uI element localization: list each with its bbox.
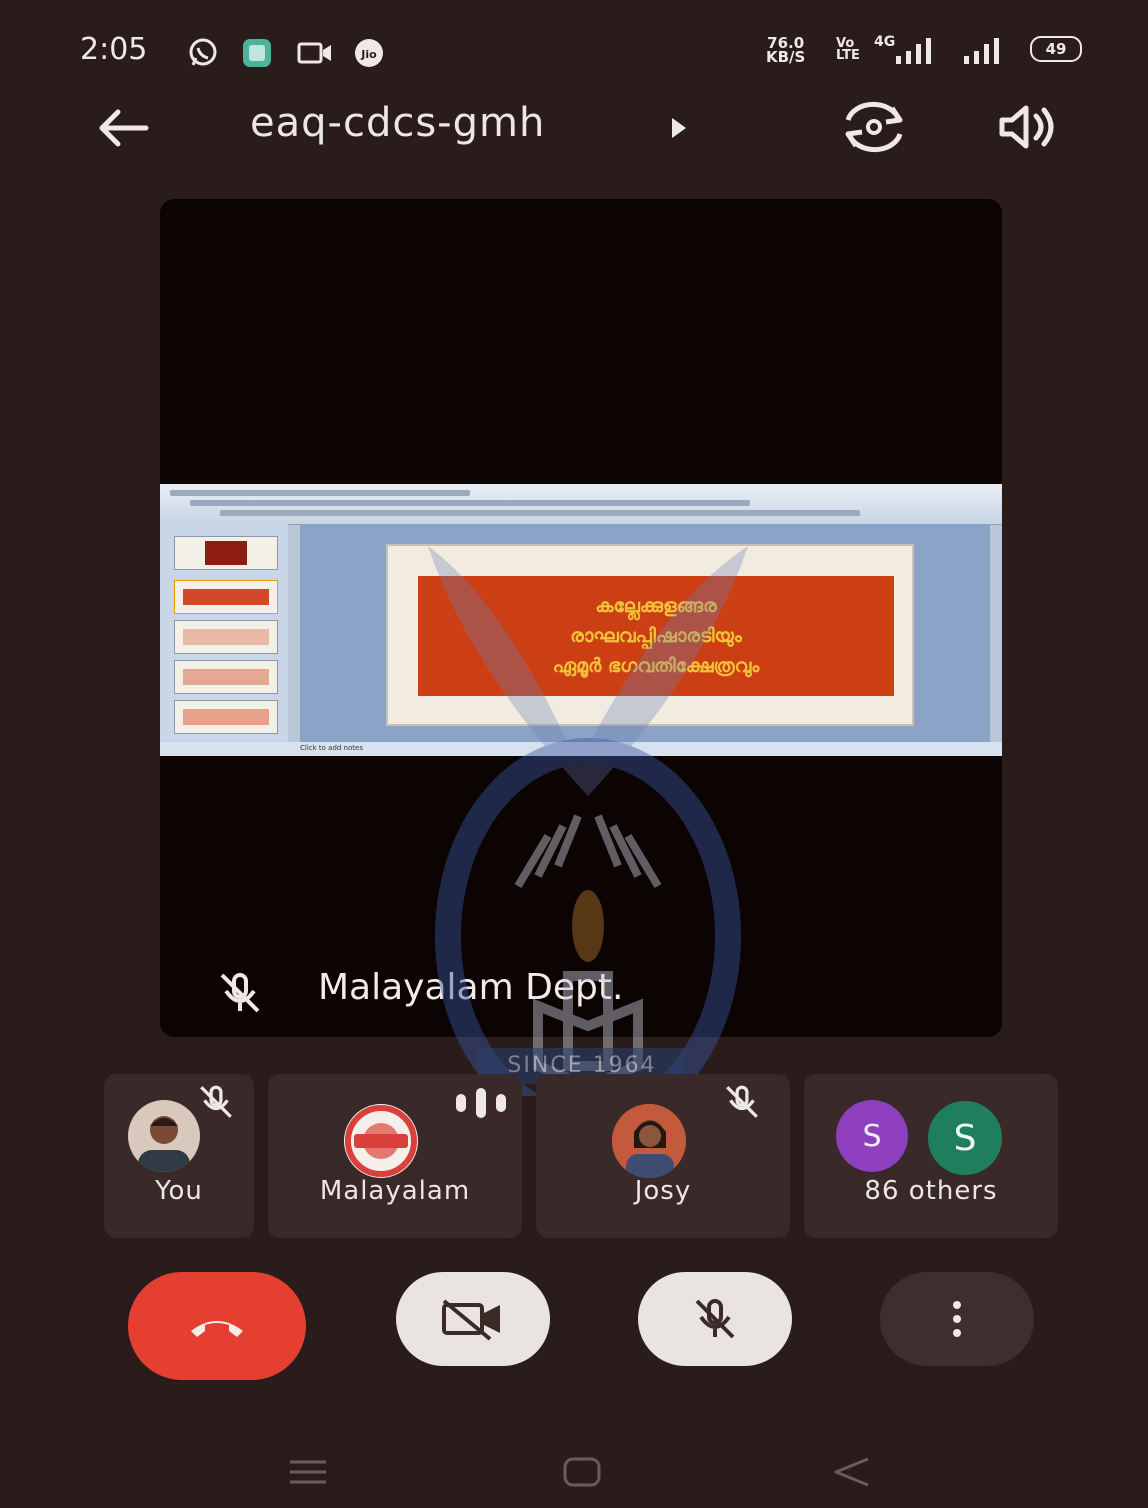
mic-off-icon xyxy=(726,1085,758,1118)
presentation-tile[interactable]: കല്ലേക്കുളങ്ങര രാഘവപ്പിഷാരടിയും ഏമൂർ ഭഗവ… xyxy=(160,199,1002,1037)
avatar: S xyxy=(926,1099,1004,1177)
participant-tile-josy[interactable]: Josy xyxy=(536,1074,790,1238)
meeting-code[interactable]: eaq-cdcs-gmh xyxy=(250,100,545,146)
signal-icon xyxy=(964,38,999,64)
status-bar: 2:05 Jio 76.0 KB/S Vo LTE 4G 49 xyxy=(8,26,1142,76)
video-icon xyxy=(297,42,331,64)
play-triangle-icon[interactable] xyxy=(668,116,688,140)
svg-text:Jio: Jio xyxy=(360,48,377,61)
ppt-ribbon xyxy=(160,484,1002,525)
ppt-notes-bar: Click to add notes xyxy=(160,742,1002,756)
status-time: 2:05 xyxy=(80,32,148,67)
slide-thumbnails xyxy=(160,524,288,742)
jio-icon: Jio xyxy=(355,39,383,67)
slide-line-2: രാഘവപ്പിഷാരടിയും xyxy=(570,625,742,647)
current-slide: കല്ലേക്കുളങ്ങര രാഘവപ്പിഷാരടിയും ഏമൂർ ഭഗവ… xyxy=(386,544,914,726)
avatar: S xyxy=(836,1100,908,1172)
participant-tile-malayalam[interactable]: Malayalam xyxy=(268,1074,522,1238)
mic-toggle-button[interactable] xyxy=(638,1272,792,1366)
audio-level-icon xyxy=(456,1088,506,1118)
slide-line-3: ഏമൂർ ഭഗവതിക്ഷേത്രവും xyxy=(552,655,760,677)
whatsapp-icon xyxy=(189,38,217,66)
battery-icon: 49 xyxy=(1030,36,1082,62)
camera-toggle-button[interactable] xyxy=(396,1272,550,1366)
participant-name: 86 others xyxy=(864,1176,998,1206)
more-vert-icon xyxy=(953,1301,961,1337)
network-rate: 76.0 KB/S xyxy=(766,34,806,66)
slide-line-1: കല്ലേക്കുളങ്ങര xyxy=(595,595,717,617)
more-options-button[interactable] xyxy=(880,1272,1034,1366)
back-arrow-icon[interactable] xyxy=(94,106,152,150)
mic-off-icon xyxy=(695,1299,735,1339)
mic-off-icon xyxy=(200,1085,232,1118)
presenter-name: Malayalam Dept. xyxy=(318,967,624,1008)
signal-icon xyxy=(896,38,931,64)
slide-title: കല്ലേക്കുളങ്ങര രാഘവപ്പിഷാരടിയും ഏമൂർ ഭഗവ… xyxy=(418,576,894,696)
app-icon xyxy=(243,39,271,67)
phone-hangup-icon xyxy=(191,1321,243,1337)
speaker-icon[interactable] xyxy=(998,104,1060,150)
mic-off-icon xyxy=(220,973,260,1013)
end-call-button[interactable] xyxy=(128,1272,306,1380)
avatar xyxy=(344,1104,418,1178)
slide-canvas: കല്ലേക്കുളങ്ങര രാഘവപ്പിഷാരടിയും ഏമൂർ ഭഗവ… xyxy=(300,524,990,742)
avatar xyxy=(612,1104,686,1178)
meeting-top-bar: eaq-cdcs-gmh xyxy=(8,92,1142,162)
participant-name: Malayalam xyxy=(319,1176,471,1206)
volte-indicator: Vo LTE xyxy=(836,36,860,63)
system-nav-bar xyxy=(8,1446,1142,1496)
switch-camera-icon[interactable] xyxy=(836,98,912,156)
home-icon[interactable] xyxy=(562,1456,602,1488)
video-off-icon xyxy=(442,1299,500,1341)
participant-name: Josy xyxy=(634,1176,692,1206)
avatar xyxy=(128,1100,200,1172)
battery-level: 49 xyxy=(1045,40,1067,58)
back-icon[interactable] xyxy=(832,1456,872,1488)
participant-name: You xyxy=(155,1176,203,1206)
meet-screen: 2:05 Jio 76.0 KB/S Vo LTE 4G 49 eaq-cdcs-g… xyxy=(8,6,1142,1502)
participant-tile-others[interactable]: S S 86 others xyxy=(804,1074,1058,1238)
participant-tile-you[interactable]: You xyxy=(104,1074,254,1238)
shared-screen: കല്ലേക്കുളങ്ങര രാഘവപ്പിഷാരടിയും ഏമൂർ ഭഗവ… xyxy=(160,484,1002,756)
notes-placeholder: Click to add notes xyxy=(300,744,363,752)
recent-apps-icon[interactable] xyxy=(288,1458,328,1486)
